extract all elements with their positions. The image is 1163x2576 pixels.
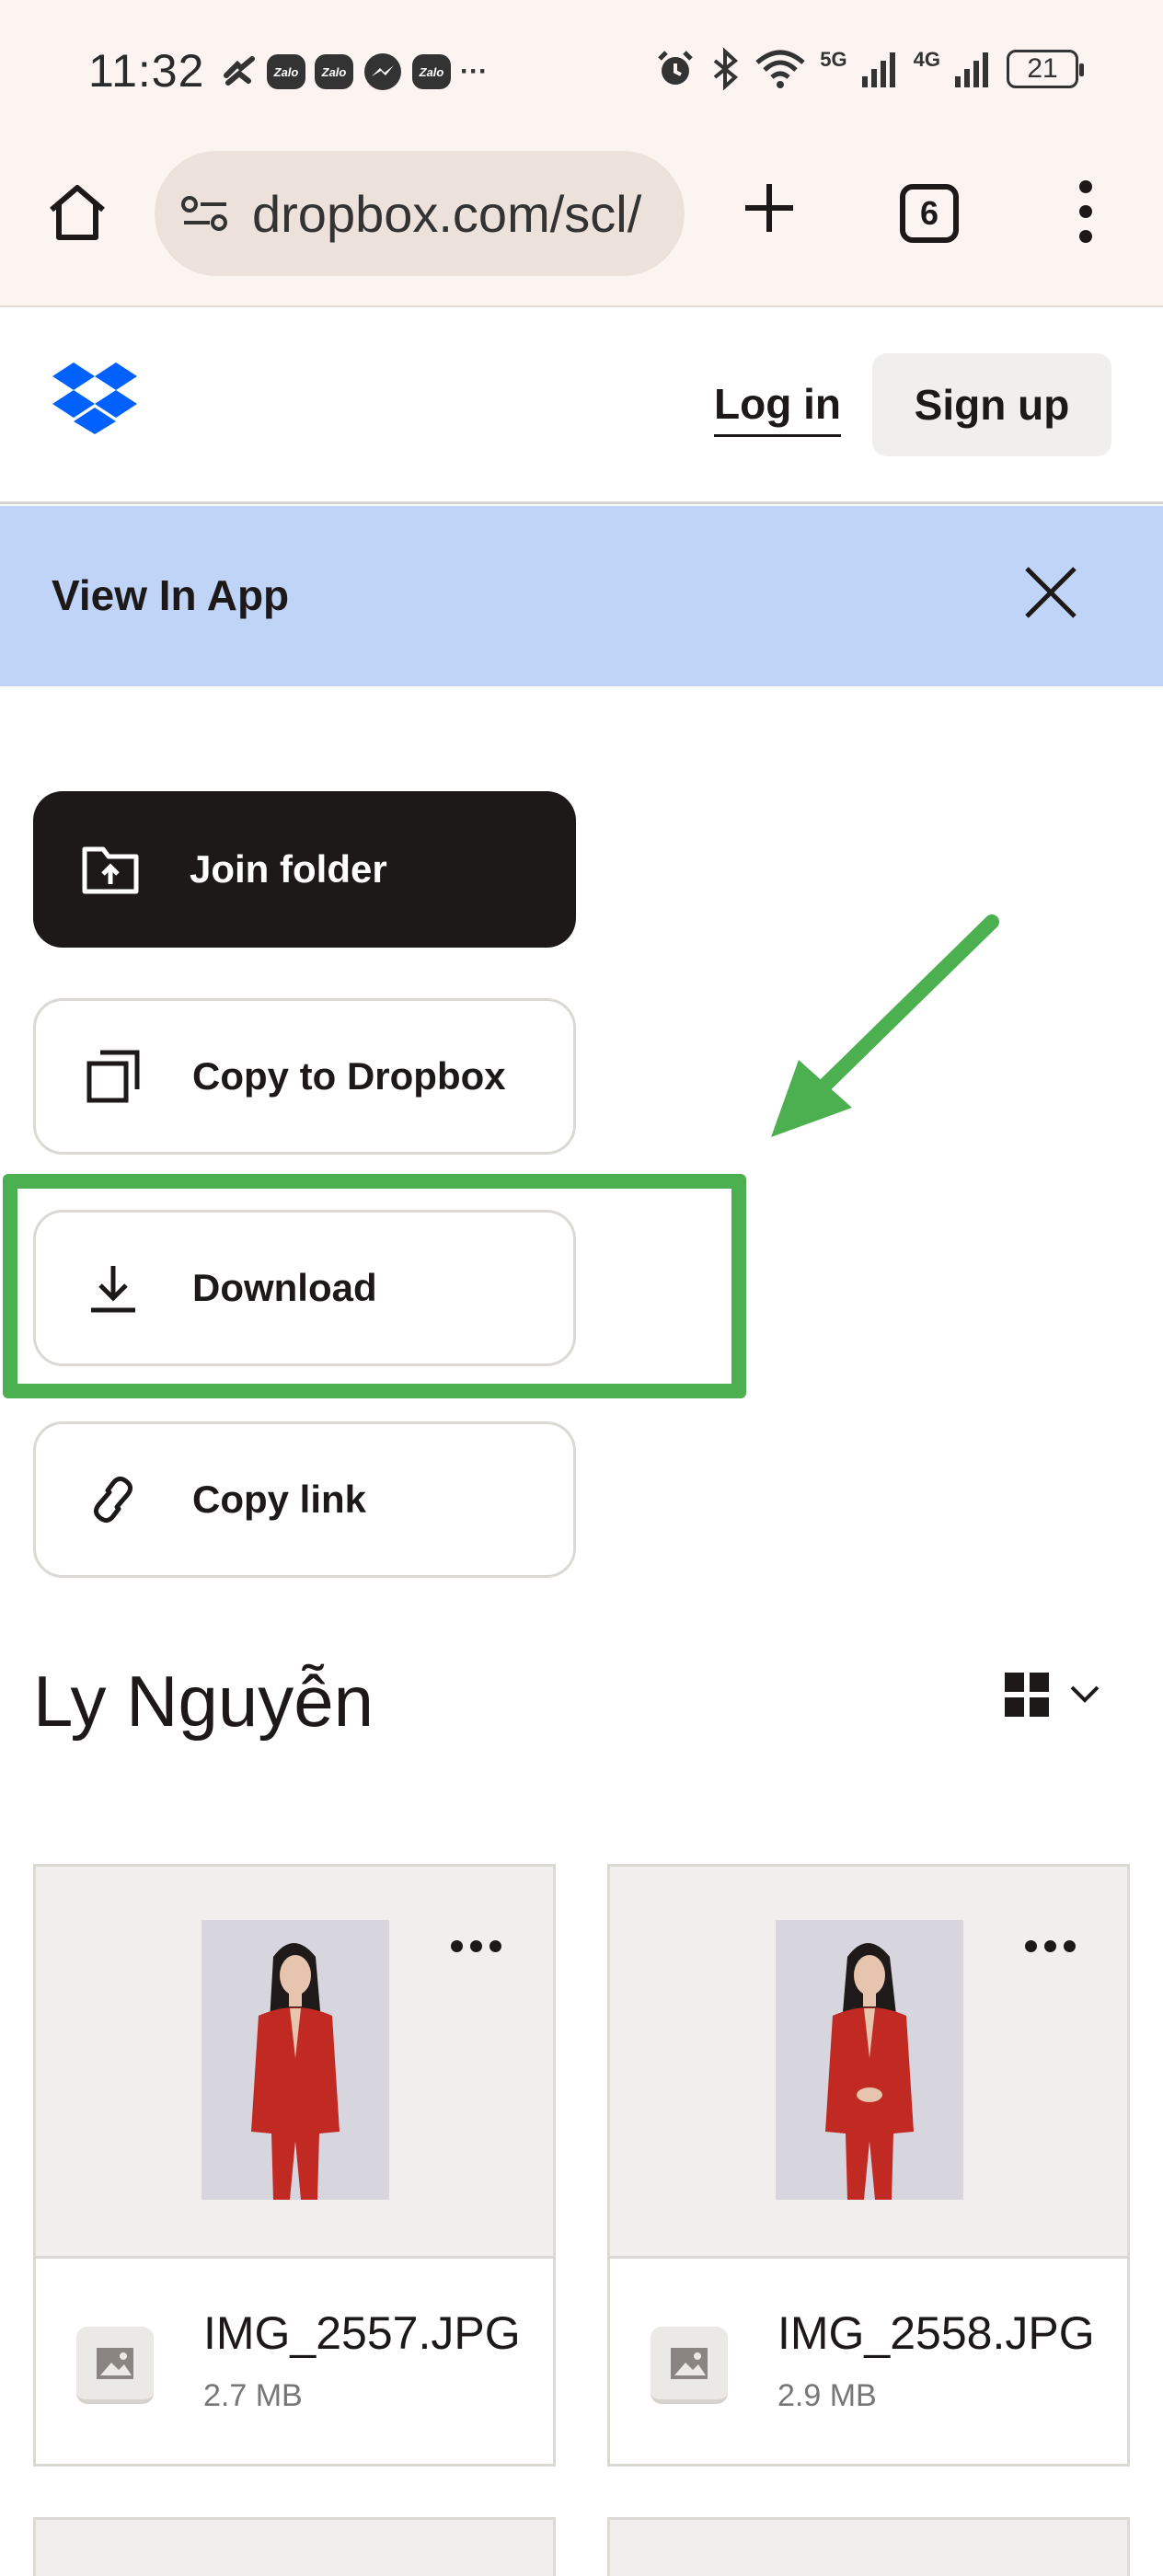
zalo-icon: Zalo (315, 54, 353, 89)
wifi-icon (755, 50, 805, 88)
file-options-button[interactable] (451, 1940, 501, 1952)
file-thumbnail[interactable] (36, 1867, 553, 2259)
view-mode-toggle[interactable] (1005, 1673, 1100, 1717)
copy-link-label: Copy link (192, 1478, 367, 1521)
file-card-partial[interactable] (607, 2517, 1130, 2576)
alarm-icon (658, 51, 694, 85)
chevron-down-icon (1070, 1685, 1100, 1703)
url-text[interactable]: dropbox.com/scl/ (252, 184, 641, 244)
file-thumbnail[interactable] (610, 1867, 1127, 2259)
file-size: 2.9 MB (777, 2378, 877, 2413)
menu-dot (1079, 180, 1092, 194)
banner-text[interactable]: View In App (52, 570, 289, 620)
plus-icon (745, 184, 793, 232)
grid-view-icon (1005, 1673, 1049, 1717)
signal-icon (861, 52, 895, 87)
copy-icon (84, 1047, 143, 1106)
network-type-4g: 4G (913, 48, 940, 71)
copy-to-dropbox-button[interactable]: Copy to Dropbox (33, 998, 576, 1155)
tab-switcher-button[interactable]: 6 (900, 184, 959, 243)
copy-link-button[interactable]: Copy link (33, 1421, 576, 1578)
file-card[interactable]: IMG_2557.JPG 2.7 MB (33, 1864, 556, 2467)
messenger-icon (364, 53, 401, 90)
site-settings-icon[interactable] (180, 193, 230, 234)
home-button[interactable] (44, 179, 110, 246)
menu-dot (1079, 204, 1092, 218)
file-name[interactable]: IMG_2558.JPG (777, 2306, 1095, 2360)
status-time: 11:32 (88, 45, 205, 97)
file-size: 2.7 MB (203, 2378, 303, 2413)
more-notifications-icon: ··· (460, 56, 488, 86)
signup-button[interactable]: Sign up (872, 353, 1111, 456)
site-header: Log in Sign up (0, 307, 1163, 504)
join-folder-button[interactable]: Join folder (33, 791, 576, 948)
signal-icon (955, 52, 988, 87)
notification-icons: Zalo Zalo Zalo ··· (221, 52, 488, 92)
file-name[interactable]: IMG_2557.JPG (203, 2306, 521, 2360)
new-tab-button[interactable] (736, 175, 802, 241)
person-photo-icon (776, 1920, 963, 2200)
copy-to-dropbox-label: Copy to Dropbox (192, 1054, 506, 1098)
link-icon (84, 1470, 143, 1529)
home-icon (50, 185, 105, 240)
status-bar: 11:32 Zalo Zalo Zalo ··· 5G 4G 21 (0, 0, 1163, 138)
browser-menu-button[interactable] (1067, 175, 1104, 248)
image-file-icon (651, 2327, 728, 2404)
person-photo-icon (202, 1920, 389, 2200)
login-link[interactable]: Log in (714, 379, 841, 437)
menu-dot (1079, 229, 1092, 243)
zalo-icon: Zalo (267, 54, 305, 89)
missed-call-icon (224, 56, 255, 86)
zalo-icon: Zalo (412, 54, 451, 89)
address-bar[interactable]: dropbox.com/scl/ (155, 151, 685, 276)
dropbox-logo-icon (52, 362, 137, 434)
image-file-icon (76, 2327, 154, 2404)
photo-thumbnail[interactable] (202, 1920, 389, 2200)
network-type-5g: 5G (820, 48, 847, 71)
folder-upload-icon (81, 840, 140, 899)
browser-toolbar: dropbox.com/scl/ 6 (0, 138, 1163, 307)
system-icons: 5G 4G 21 (654, 48, 1084, 90)
annotation-arrow-icon (771, 914, 999, 1137)
view-in-app-banner[interactable]: View In App (0, 506, 1163, 686)
file-options-button[interactable] (1025, 1940, 1076, 1952)
file-card[interactable]: IMG_2558.JPG 2.9 MB (607, 1864, 1130, 2467)
bluetooth-icon (714, 48, 739, 90)
photo-thumbnail[interactable] (776, 1920, 963, 2200)
join-folder-label: Join folder (190, 847, 387, 891)
file-card-partial[interactable] (33, 2517, 556, 2576)
close-icon[interactable] (1023, 565, 1078, 620)
folder-title: Ly Nguyễn (33, 1661, 374, 1742)
highlight-annotation-box (3, 1174, 746, 1398)
dropbox-logo[interactable] (52, 361, 138, 439)
battery-icon: 21 (1007, 50, 1084, 88)
